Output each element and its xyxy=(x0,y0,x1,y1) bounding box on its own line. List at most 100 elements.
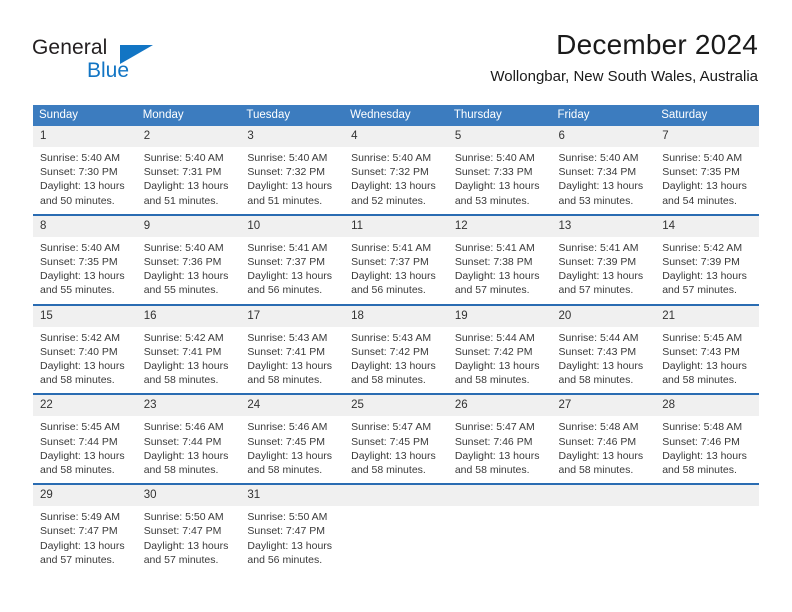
weekday-header-tuesday: Tuesday xyxy=(246,109,291,121)
sunset-text: Sunset: 7:36 PM xyxy=(143,256,222,269)
calendar-week-row: 15 16 17 18 19 20 21 Sunrise: 5:42 AM Sunset: 7:… xyxy=(33,303,759,394)
sunrise-text: Sunrise: 5:40 AM xyxy=(247,152,328,164)
day-cell-18[interactable]: Sunrise: 5:43 AM Sunset: 7:42 PM Daylight:… xyxy=(344,327,448,394)
daylight-text: Daylight: 13 hours and 56 minutes. xyxy=(351,270,436,297)
daylight-text: Daylight: 13 hours and 58 minutes. xyxy=(247,449,333,477)
sunrise-text: Sunrise: 5:47 AM xyxy=(454,421,535,434)
day-cell-11[interactable]: Sunrise: 5:41 AM Sunset: 7:37 PM Daylight:… xyxy=(344,237,448,304)
daylight-text: Daylight: 13 hours and 58 minutes. xyxy=(351,449,436,477)
sunrise-text: Sunrise: 5:45 AM xyxy=(662,331,743,344)
day-cell-24[interactable]: Sunrise: 5:46 AM Sunset: 7:45 PM Daylight:… xyxy=(240,416,344,483)
sunrise-text: Sunrise: 5:40 AM xyxy=(40,241,120,254)
day-number-14[interactable]: 14 xyxy=(655,216,759,237)
day-cell-30[interactable]: Sunrise: 5:50 AM Sunset: 7:47 PM Daylight:… xyxy=(137,506,241,573)
day-number-29[interactable]: 29 xyxy=(33,485,137,506)
day-number-11[interactable]: 11 xyxy=(344,216,448,237)
day-number-16[interactable]: 16 xyxy=(137,306,241,327)
general-blue-logo[interactable]: General Blue xyxy=(32,36,182,88)
day-cell-14[interactable]: Sunrise: 5:42 AM Sunset: 7:39 PM Daylight:… xyxy=(655,237,759,304)
weekday-header-thursday: Thursday xyxy=(453,109,502,121)
daylight-text: Daylight: 13 hours and 57 minutes. xyxy=(558,270,644,297)
day-number-6[interactable]: 6 xyxy=(552,126,656,147)
sunset-text: Sunset: 7:32 PM xyxy=(247,166,326,179)
day-cell-28[interactable]: Sunrise: 5:48 AM Sunset: 7:46 PM Daylight:… xyxy=(655,416,759,483)
day-cell-9[interactable]: Sunrise: 5:40 AM Sunset: 7:36 PM Daylight:… xyxy=(137,237,241,304)
day-cell-13[interactable]: Sunrise: 5:41 AM Sunset: 7:39 PM Daylight:… xyxy=(552,237,656,304)
day-number-5[interactable]: 5 xyxy=(448,126,552,147)
day-number-8[interactable]: 8 xyxy=(33,216,137,237)
sunrise-text: Sunrise: 5:41 AM xyxy=(351,241,432,254)
daylight-text: Daylight: 13 hours and 57 minutes. xyxy=(454,270,540,297)
day-cell-12[interactable]: Sunrise: 5:41 AM Sunset: 7:38 PM Daylight:… xyxy=(448,237,552,304)
calendar-week-row: 22 23 24 25 26 27 28 Sunrise: 5:45 AM Sunset: 7:… xyxy=(33,393,759,484)
day-cell-10[interactable]: Sunrise: 5:41 AM Sunset: 7:37 PM Daylight:… xyxy=(240,237,344,304)
sunset-text: Sunset: 7:41 PM xyxy=(143,345,222,358)
day-cell-27[interactable]: Sunrise: 5:48 AM Sunset: 7:46 PM Daylight:… xyxy=(552,416,656,483)
daylight-text: Daylight: 13 hours and 55 minutes. xyxy=(143,270,229,297)
day-cell-19[interactable]: Sunrise: 5:44 AM Sunset: 7:42 PM Daylight:… xyxy=(448,327,552,394)
day-cell-8[interactable]: Sunrise: 5:40 AM Sunset: 7:35 PM Daylight:… xyxy=(33,237,137,304)
day-cell-25[interactable]: Sunrise: 5:47 AM Sunset: 7:45 PM Daylight:… xyxy=(344,416,448,483)
day-number-19[interactable]: 19 xyxy=(448,306,552,327)
day-cell-22[interactable]: Sunrise: 5:45 AM Sunset: 7:44 PM Daylight:… xyxy=(33,416,137,483)
weekday-header-friday: Friday xyxy=(557,109,590,121)
day-cell-31[interactable]: Sunrise: 5:50 AM Sunset: 7:47 PM Daylight:… xyxy=(240,506,344,573)
day-cell-16[interactable]: Sunrise: 5:42 AM Sunset: 7:41 PM Daylight:… xyxy=(137,327,241,394)
day-number-12[interactable]: 12 xyxy=(448,216,552,237)
daylight-text: Daylight: 13 hours and 57 minutes. xyxy=(40,539,125,566)
day-cell-1[interactable]: Sunrise: 5:40 AM Sunset: 7:30 PM Daylight:… xyxy=(33,147,137,214)
day-cell-5[interactable]: Sunrise: 5:40 AM Sunset: 7:33 PM Daylight:… xyxy=(448,147,552,214)
day-number-28[interactable]: 28 xyxy=(655,395,759,416)
daylight-text: Daylight: 13 hours and 54 minutes. xyxy=(662,180,747,207)
day-number-25[interactable]: 25 xyxy=(344,395,448,416)
week-day-details: Sunrise: 5:40 AM Sunset: 7:35 PM Daylight:… xyxy=(33,236,759,304)
day-number-17[interactable]: 17 xyxy=(240,306,344,327)
day-number-9[interactable]: 9 xyxy=(137,216,241,237)
day-cell-7[interactable]: Sunrise: 5:40 AM Sunset: 7:35 PM Daylight:… xyxy=(655,147,759,214)
day-cell-21[interactable]: Sunrise: 5:45 AM Sunset: 7:43 PM Daylight:… xyxy=(655,327,759,394)
sunset-text: Sunset: 7:43 PM xyxy=(558,345,637,358)
day-number-2[interactable]: 2 xyxy=(137,126,241,147)
sunset-text: Sunset: 7:35 PM xyxy=(662,166,740,179)
day-number-31[interactable]: 31 xyxy=(240,485,344,506)
day-number-20[interactable]: 20 xyxy=(552,306,656,327)
sunset-text: Sunset: 7:37 PM xyxy=(247,256,326,269)
day-number-30[interactable]: 30 xyxy=(137,485,241,506)
sunrise-text: Sunrise: 5:46 AM xyxy=(143,421,224,434)
day-number-26[interactable]: 26 xyxy=(448,395,552,416)
day-number-21[interactable]: 21 xyxy=(655,306,759,327)
day-cell-4[interactable]: Sunrise: 5:40 AM Sunset: 7:32 PM Daylight:… xyxy=(344,147,448,214)
day-number-23[interactable]: 23 xyxy=(137,395,241,416)
sunrise-text: Sunrise: 5:40 AM xyxy=(558,152,639,164)
day-cell-17[interactable]: Sunrise: 5:43 AM Sunset: 7:41 PM Daylight:… xyxy=(240,327,344,394)
day-cell-26[interactable]: Sunrise: 5:47 AM Sunset: 7:46 PM Daylight:… xyxy=(448,416,552,483)
daylight-text: Daylight: 13 hours and 57 minutes. xyxy=(662,270,747,297)
day-number-13[interactable]: 13 xyxy=(552,216,656,237)
day-cell-20[interactable]: Sunrise: 5:44 AM Sunset: 7:43 PM Daylight:… xyxy=(552,327,656,394)
day-cell-6[interactable]: Sunrise: 5:40 AM Sunset: 7:34 PM Daylight:… xyxy=(552,147,656,214)
day-number-24[interactable]: 24 xyxy=(240,395,344,416)
day-number-22[interactable]: 22 xyxy=(33,395,137,416)
day-cell-3[interactable]: Sunrise: 5:40 AM Sunset: 7:32 PM Daylight:… xyxy=(240,147,344,214)
sunrise-text: Sunrise: 5:40 AM xyxy=(143,241,224,254)
day-cell-2[interactable]: Sunrise: 5:40 AM Sunset: 7:31 PM Daylight:… xyxy=(137,147,241,214)
sunset-text: Sunset: 7:39 PM xyxy=(662,256,740,269)
sunrise-text: Sunrise: 5:40 AM xyxy=(662,152,743,164)
day-number-10[interactable]: 10 xyxy=(240,216,344,237)
day-number-4[interactable]: 4 xyxy=(344,126,448,147)
day-cell-15[interactable]: Sunrise: 5:42 AM Sunset: 7:40 PM Daylight:… xyxy=(33,327,137,394)
day-number-7[interactable]: 7 xyxy=(655,126,759,147)
day-number-3[interactable]: 3 xyxy=(240,126,344,147)
day-number-27[interactable]: 27 xyxy=(552,395,656,416)
day-number-18[interactable]: 18 xyxy=(344,306,448,327)
day-cell-23[interactable]: Sunrise: 5:46 AM Sunset: 7:44 PM Daylight:… xyxy=(137,416,241,483)
sunrise-text: Sunrise: 5:48 AM xyxy=(662,421,743,434)
page-title: December 2024 xyxy=(556,29,758,60)
sunrise-text: Sunrise: 5:48 AM xyxy=(558,421,639,434)
calendar-page: General Blue December 2024 Wollongbar, N… xyxy=(0,0,792,612)
day-number-15[interactable]: 15 xyxy=(33,306,137,327)
sunset-text: Sunset: 7:47 PM xyxy=(247,525,326,538)
day-cell-29[interactable]: Sunrise: 5:49 AM Sunset: 7:47 PM Daylight:… xyxy=(33,506,137,573)
day-number-1[interactable]: 1 xyxy=(33,126,137,147)
sunset-text: Sunset: 7:37 PM xyxy=(351,256,429,269)
